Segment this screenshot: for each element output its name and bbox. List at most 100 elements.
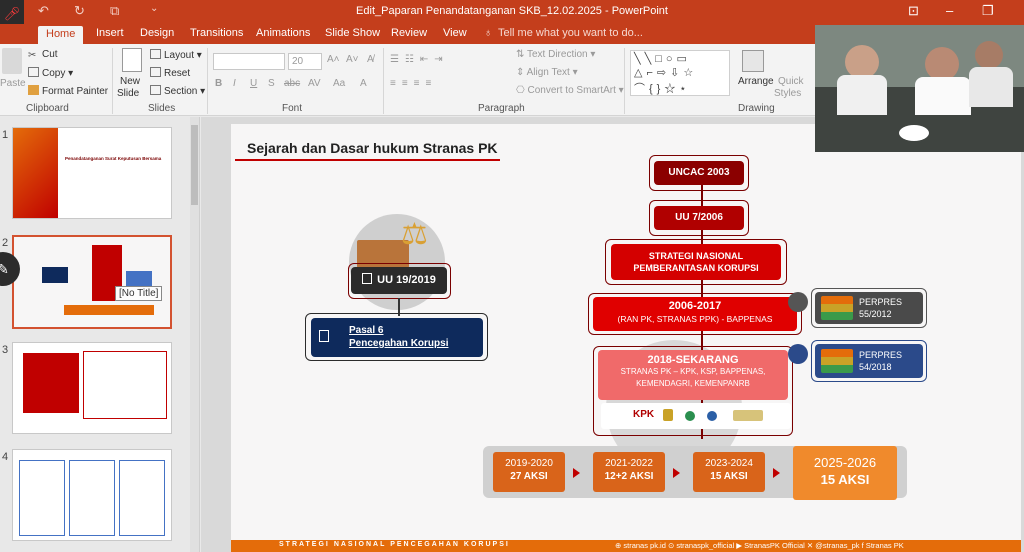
shapes-row-3[interactable]: ⌒{}☆⋆ [634, 80, 690, 96]
aksi-count: 15 AKSI [710, 471, 748, 482]
clear-format-icon[interactable]: A̸ [367, 54, 374, 65]
quick-styles-button[interactable]: Quick [778, 76, 804, 87]
tab-insert[interactable]: Insert [96, 27, 124, 39]
layout-icon [150, 49, 161, 59]
period-2018-title: 2018-SEKARANG [647, 354, 739, 366]
period-2006-box[interactable]: 2006-2017 (RAN PK, STRANAS PPK) - BAPPEN… [593, 297, 797, 331]
aksi-2021[interactable]: 2021-2022 12+2 AKSI [593, 452, 665, 492]
period-2006-title: 2006-2017 [668, 300, 722, 312]
participant-head [975, 41, 1003, 69]
video-call-overlay[interactable] [815, 25, 1024, 152]
arrange-icon[interactable] [742, 50, 764, 72]
title-underline [235, 159, 500, 161]
books-icon [821, 349, 853, 373]
change-case-icon[interactable]: Aa [333, 78, 345, 89]
aksi-2025[interactable]: 2025-2026 15 AKSI [793, 446, 897, 500]
decrease-font-icon[interactable]: A˅ [346, 54, 359, 65]
stranas-box[interactable]: STRATEGI NASIONAL PEMBERANTASAN KORUPSI [611, 244, 781, 280]
new-slide-label-2[interactable]: Slide [117, 88, 139, 99]
tab-animations[interactable]: Animations [256, 27, 310, 39]
clipboard-group-label: Clipboard [26, 103, 69, 114]
agency-logos: KPK [601, 403, 791, 429]
aksi-2019[interactable]: 2019-2020 27 AKSI [493, 452, 565, 492]
bold-icon[interactable]: B [215, 78, 222, 89]
tab-review[interactable]: Review [391, 27, 427, 39]
layout-button[interactable]: Layout ▾ [150, 49, 202, 61]
thumbnail-tooltip: [No Title] [115, 286, 163, 301]
perpres-55-box[interactable]: PERPRES 55/2012 [815, 292, 923, 324]
list-icons[interactable]: ☰☷⇤⇥ [390, 54, 449, 65]
period-2018-box[interactable]: 2018-SEKARANG STRANAS PK – KPK, KSP, BAP… [598, 350, 788, 400]
align-icons[interactable]: ≡≡≡≡ [390, 78, 437, 89]
tab-view[interactable]: View [443, 27, 467, 39]
group-divider [207, 48, 208, 114]
new-slide-label[interactable]: New [120, 76, 140, 87]
font-color-icon[interactable]: A [360, 78, 367, 89]
uu19-box[interactable]: UU 19/2019 [351, 267, 447, 294]
slide-thumbnail-3[interactable] [12, 342, 172, 434]
aksi-count: 12+2 AKSI [604, 471, 654, 482]
maximize-icon[interactable]: ❐ [982, 3, 994, 19]
pasal-6-box[interactable]: Pasal 6 Pencegahan Korupsi [311, 318, 483, 357]
italic-icon[interactable]: I [233, 78, 236, 89]
tell-me-box[interactable]: Tell me what you want to do... [498, 27, 643, 39]
slide-footer: STRATEGI NASIONAL PENCEGAHAN KORUPSI ⊕ s… [231, 540, 1021, 552]
char-spacing-icon[interactable]: AV [308, 78, 321, 89]
shapes-row-2[interactable]: △⌐⇨⇩☆ [634, 66, 697, 79]
aksi-count: 27 AKSI [510, 471, 548, 482]
quick-styles-label-2[interactable]: Styles [774, 88, 801, 99]
cut-button[interactable]: ✂ Cut [28, 49, 58, 61]
thumb-content [23, 353, 79, 413]
minimize-icon[interactable]: – [946, 3, 953, 18]
scrollbar-thumb[interactable] [191, 125, 198, 205]
perpres-54-box[interactable]: PERPRES 54/2018 [815, 344, 923, 378]
perpres2-title: PERPRES [859, 350, 903, 360]
slide-thumbnail-1[interactable]: Penandatanganan Surat Keputusan Bersama [12, 127, 172, 219]
tab-transitions[interactable]: Transitions [190, 27, 243, 39]
window-title: Edit_Paparan Penandatanganan SKB_12.02.2… [356, 5, 668, 17]
font-family-box[interactable] [213, 53, 285, 70]
copy-button[interactable]: Copy ▾ [28, 67, 73, 79]
thumb-content [19, 460, 65, 536]
scales-icon: ⚖ [401, 218, 428, 251]
paste-icon[interactable] [2, 48, 22, 74]
uu7-box[interactable]: UU 7/2006 [654, 206, 744, 230]
uncac-box[interactable]: UNCAC 2003 [654, 161, 744, 185]
stranas-line-1: STRATEGI NASIONAL [648, 251, 744, 261]
section-button[interactable]: Section ▾ [150, 85, 205, 97]
text-direction-button[interactable]: ⇅ Text Direction ▾ [516, 49, 595, 60]
slide-title[interactable]: Sejarah dan Dasar hukum Stranas PK [247, 140, 498, 156]
participant-head [845, 45, 879, 79]
slide-thumbnail-2[interactable] [12, 235, 172, 329]
thumb-content [64, 305, 154, 315]
align-text-button[interactable]: ⇕ Align Text ▾ [516, 67, 578, 78]
thumbnail-scrollbar[interactable] [190, 117, 199, 552]
ribbon-display-icon[interactable]: ⊡ [908, 3, 919, 19]
strikethrough-icon[interactable]: abc [284, 78, 300, 89]
new-slide-icon[interactable] [122, 48, 142, 72]
align-text-label: Align Text [526, 67, 570, 78]
smartart-button[interactable]: ⎔ Convert to SmartArt ▾ [516, 85, 624, 96]
cut-label: Cut [42, 49, 58, 60]
slide-thumbnail-pane[interactable]: 1 Penandatanganan Surat Keputusan Bersam… [0, 117, 200, 552]
slide-thumbnail-4[interactable] [12, 449, 172, 541]
tab-slide-show[interactable]: Slide Show [325, 27, 380, 39]
shadow-icon[interactable]: S [268, 78, 275, 89]
increase-font-icon[interactable]: A˄ [327, 54, 340, 65]
font-size-box[interactable]: 20 [288, 53, 322, 70]
shapes-gallery[interactable]: ╲╲□○▭ △⌐⇨⇩☆ ⌒{}☆⋆ [630, 50, 730, 96]
shapes-row-1[interactable]: ╲╲□○▭ [634, 52, 691, 65]
tab-home[interactable]: Home [38, 26, 84, 44]
slide-canvas[interactable]: Sejarah dan Dasar hukum Stranas PK ⚖ UU … [231, 124, 1021, 552]
aksi-period: 2021-2022 [605, 458, 653, 469]
tab-design[interactable]: Design [140, 27, 174, 39]
arrange-button[interactable]: Arrange [738, 76, 774, 87]
underline-icon[interactable]: U [250, 78, 257, 89]
format-painter-button[interactable]: Format Painter [28, 85, 108, 97]
aksi-count: 15 AKSI [820, 472, 870, 487]
aksi-2023[interactable]: 2023-2024 15 AKSI [693, 452, 765, 492]
reset-button[interactable]: Reset [150, 67, 190, 79]
slide-editing-area[interactable]: Sejarah dan Dasar hukum Stranas PK ⚖ UU … [201, 117, 1024, 552]
smartart-icon: ⎔ [516, 85, 528, 96]
paste-button[interactable]: Paste [0, 78, 26, 89]
